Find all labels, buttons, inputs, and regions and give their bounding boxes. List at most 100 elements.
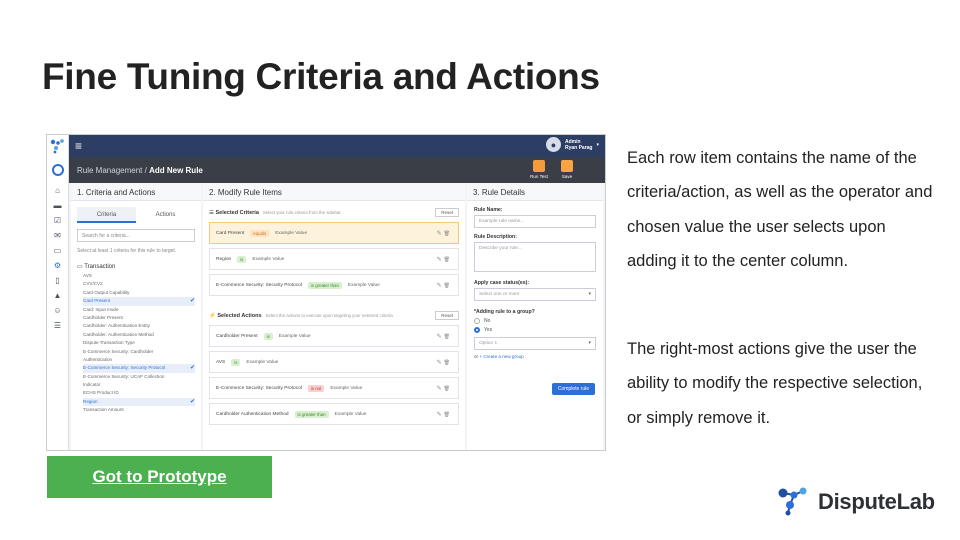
rule-item-row[interactable]: Cardholder Authentication Method is great… [209,403,459,425]
criteria-list-item[interactable]: Cardholder: Authentication Entity [83,322,195,330]
rule-item-value[interactable]: Example Value [246,360,278,365]
trash-icon[interactable]: 🗑 [444,412,452,418]
menu-icon[interactable]: ≡ [75,139,82,153]
criteria-list-item[interactable]: AVS [83,272,195,280]
rule-item-operator[interactable]: is [237,255,247,263]
save-button[interactable]: Save [555,160,579,179]
criteria-list-item[interactable]: ECHS Product ID [83,389,195,397]
criteria-list-item[interactable]: Cardholder: Authentication Method [83,331,195,339]
description-text-2: The right-most actions give the user the… [627,340,923,427]
nav-users-icon[interactable]: ☺ [47,303,68,318]
save-label: Save [561,174,573,179]
radio-yes[interactable]: Yes [474,327,596,333]
rule-item-row[interactable]: AVS is Example Value ✎🗑 [209,351,459,373]
rule-item-value[interactable]: Example Value [335,412,367,417]
group-select[interactable]: Option 1 ▾ [474,337,596,350]
criteria-list-item[interactable]: E-Commerce Security: Security Protocol ✔ [83,364,195,373]
trash-icon[interactable]: 🗑 [444,334,452,340]
nav-warning-icon[interactable]: ▲ [47,288,68,303]
criteria-list-item[interactable]: Card: Input mode [83,306,195,314]
rule-item-name: Cardholder Present [216,333,258,339]
edit-icon[interactable]: ✎ [437,360,444,366]
radio-no[interactable]: No [474,318,596,324]
criteria-group[interactable]: ▭ Transaction [77,263,195,270]
app-logo[interactable] [47,135,69,157]
criteria-list-item[interactable]: Card Output Capability [83,289,195,297]
edit-icon[interactable]: ✎ [437,231,444,237]
edit-icon[interactable]: ✎ [437,257,444,263]
nav-document-icon[interactable]: ▯ [47,273,68,288]
rule-item-row[interactable]: Region is Example Value ✎🗑 [209,248,459,270]
rule-description-input[interactable]: Describe your rule... [474,242,596,272]
rule-item-value[interactable]: Example Value [279,334,311,339]
tab-actions[interactable]: Actions [136,207,195,223]
rule-item-value[interactable]: Example Value [348,283,380,288]
rule-item-operator[interactable]: is greater than [294,410,329,418]
create-group-link[interactable]: + Create a new group [479,354,523,359]
user-menu[interactable]: ● Admin Ryan Parag ▾ [545,137,599,152]
slide-title: Fine Tuning Criteria and Actions [42,56,600,97]
rule-item-row[interactable]: E-Commerce Security: Security Protocol is… [209,377,459,399]
criteria-list-item[interactable]: Cardholder Present [83,314,195,322]
rule-item-value[interactable]: Example Value [252,257,284,262]
criteria-item-label: ECHS Product ID [83,390,119,396]
panel-title: 2. Modify Rule Items [203,183,465,201]
selected-criteria-hint: Select your rule criteria from the sideb… [262,209,342,215]
criteria-item-label: AVS [83,273,92,278]
criteria-list-item[interactable]: Card Present ✔ [83,297,195,306]
criteria-search-input[interactable]: Search for a criteria... [77,229,195,242]
rule-item-operator[interactable]: is greater than [307,281,342,289]
trash-icon[interactable]: 🗑 [444,360,452,366]
rule-item-row[interactable]: Cardholder Present is Example Value ✎🗑 [209,325,459,347]
nav-list-icon[interactable]: ☰ [47,318,68,333]
nav-home-icon[interactable]: ⌂ [47,183,68,198]
criteria-list-item[interactable]: Region ✔ [83,397,195,407]
criteria-list-item[interactable]: Dispute Transaction Type [83,339,195,347]
breadcrumb-parent[interactable]: Rule Management [77,166,142,175]
rule-item-row[interactable]: E-Commerce Security: Security Protocol is… [209,274,459,296]
trash-icon[interactable]: 🗑 [444,231,452,237]
rule-item-operator[interactable]: is not [307,384,325,392]
trash-icon[interactable]: 🗑 [444,283,452,289]
disputelab-logo-icon [778,487,807,516]
criteria-list-item[interactable]: E-Commerce Security: UCAF Collection [83,373,195,381]
case-status-select[interactable]: Select one or more ▾ [474,288,596,301]
criteria-item-label: Card Output Capability [83,289,130,295]
edit-icon[interactable]: ✎ [437,412,444,418]
rule-item-row[interactable]: Card Present equals Example Value ✎🗑 [209,222,459,244]
rule-item-operator[interactable]: equals [250,229,270,237]
nav-checklist-icon[interactable]: ☑ [47,213,68,228]
prototype-link-button[interactable]: Got to Prototype [47,456,272,498]
criteria-item-label: E-Commerce Security: Security Protocol [83,365,166,371]
criteria-list-item[interactable]: CVV/CV2 [83,280,195,288]
edit-icon[interactable]: ✎ [437,334,444,340]
reset-criteria-button[interactable]: Reset [435,208,459,217]
rule-item-operator[interactable]: is [231,358,241,366]
nav-mail-icon[interactable]: ✉ [47,228,68,243]
rule-name-input[interactable]: Example rule name... [474,215,596,228]
edit-icon[interactable]: ✎ [437,283,444,289]
criteria-list-item[interactable]: Transaction Amount [83,406,195,414]
nav-briefcase-icon[interactable]: ▬ [47,198,68,213]
avatar: ● [545,137,561,152]
nav-gear-icon[interactable]: ⚙ [47,258,68,273]
trash-icon[interactable]: 🗑 [444,386,452,392]
radio-yes-label: Yes [484,327,493,333]
group-select-value: Option 1 [479,341,498,346]
criteria-list-item[interactable]: E-Commerce Security: Cardholder [83,348,195,356]
rule-item-operator[interactable]: is [263,332,273,340]
nav-card-icon[interactable]: ▭ [47,243,68,258]
criteria-list-item[interactable]: Authentication [83,356,195,364]
page-header: Rule Management / Add New Rule Run Test … [69,157,605,183]
criteria-list-item[interactable]: Indicator [83,381,195,389]
reset-actions-button[interactable]: Reset [435,311,459,320]
criteria-item-label: CVV/CV2 [83,281,103,287]
edit-icon[interactable]: ✎ [437,386,444,392]
rule-item-value[interactable]: Example Value [330,386,362,391]
trash-icon[interactable]: 🗑 [444,257,452,263]
tab-criteria[interactable]: Criteria [77,207,136,223]
complete-rule-button[interactable]: Complete rule [551,383,595,395]
run-test-button[interactable]: Run Test [527,160,551,179]
rule-item-value[interactable]: Example Value [275,231,307,236]
nav-profile-icon[interactable] [47,157,68,183]
